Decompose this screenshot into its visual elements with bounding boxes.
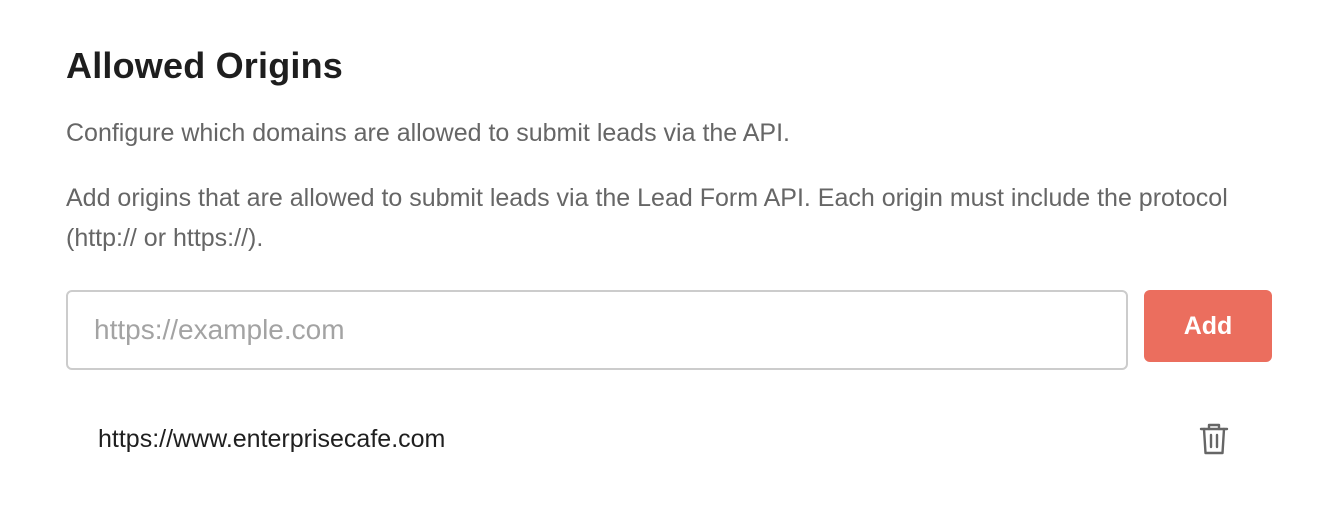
trash-icon [1199,422,1229,456]
add-button[interactable]: Add [1144,290,1272,362]
delete-origin-button[interactable] [1194,419,1234,459]
origin-input[interactable] [66,290,1128,370]
add-origin-row: Add [66,290,1272,370]
allowed-origins-panel: Allowed Origins Configure which domains … [0,0,1338,526]
section-subtitle: Configure which domains are allowed to s… [66,119,790,147]
section-title: Allowed Origins [66,45,344,86]
help-text: Add origins that are allowed to submit l… [66,184,1228,252]
origin-list: https://www.enterprisecafe.com [66,416,1272,462]
origin-list-item: https://www.enterprisecafe.com [66,416,1272,462]
origin-url: https://www.enterprisecafe.com [98,424,446,453]
